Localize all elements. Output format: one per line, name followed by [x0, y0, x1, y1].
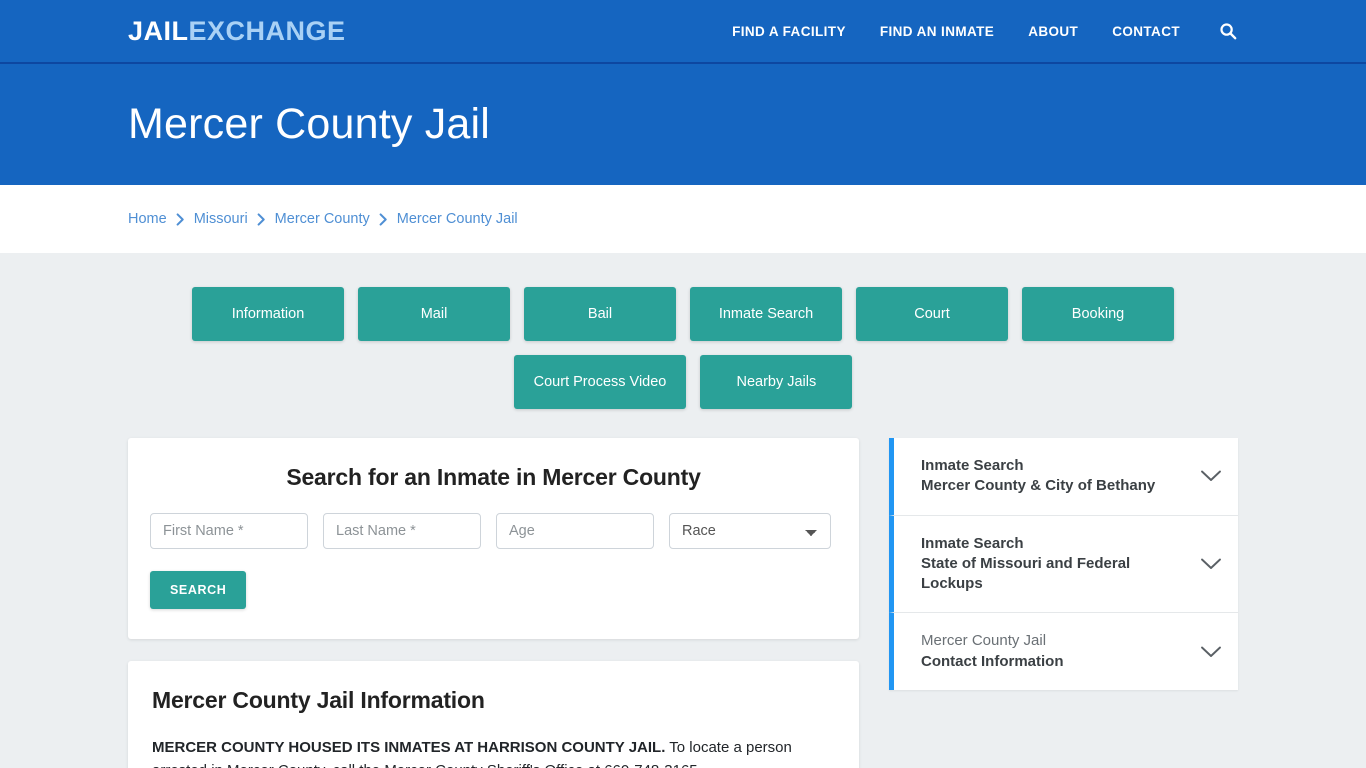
- sidebar-item-inmate-search-county[interactable]: Inmate Search Mercer County & City of Be…: [889, 438, 1238, 516]
- search-card-heading: Search for an Inmate in Mercer County: [286, 464, 701, 490]
- site-header: JAILEXCHANGE FIND A FACILITY FIND AN INM…: [0, 0, 1366, 64]
- nav-item-find-an-inmate[interactable]: FIND AN INMATE: [880, 24, 994, 39]
- search-fields-row: Race: [150, 513, 837, 549]
- page-title: Mercer County Jail: [128, 99, 491, 148]
- sidebar-item-inmate-search-state[interactable]: Inmate Search State of Missouri and Fede…: [889, 515, 1238, 614]
- accordion-title: Inmate Search: [921, 534, 1024, 552]
- tab-information[interactable]: Information: [192, 287, 344, 341]
- age-input[interactable]: [496, 513, 654, 549]
- chevron-down-icon[interactable]: [1200, 645, 1222, 659]
- chevron-right-icon: [176, 212, 185, 226]
- breadcrumb-item-mercer-county[interactable]: Mercer County: [275, 211, 370, 227]
- primary-column: Search for an Inmate in Mercer County Ra…: [128, 438, 859, 768]
- section-tab-buttons: Information Mail Bail Inmate Search Cour…: [128, 287, 1238, 409]
- jail-information-lead: MERCER COUNTY HOUSED ITS INMATES AT HARR…: [152, 739, 666, 756]
- main-content: Information Mail Bail Inmate Search Cour…: [0, 253, 1366, 768]
- breadcrumb-bar: Home Missouri Mercer County Mercer Count…: [0, 185, 1366, 253]
- jail-information-heading: Mercer County Jail Information: [152, 687, 485, 713]
- accordion-title: Mercer County Jail: [921, 632, 1047, 650]
- breadcrumb-item-current: Mercer County Jail: [396, 211, 518, 227]
- last-name-input[interactable]: [323, 513, 481, 549]
- tab-mail[interactable]: Mail: [358, 287, 510, 341]
- tab-inmate-search[interactable]: Inmate Search: [690, 287, 842, 341]
- first-name-input[interactable]: [150, 513, 308, 549]
- race-select[interactable]: Race: [669, 513, 831, 549]
- chevron-down-icon[interactable]: [1200, 557, 1222, 571]
- tab-booking[interactable]: Booking: [1022, 287, 1174, 341]
- jail-information-body: MERCER COUNTY HOUSED ITS INMATES AT HARR…: [152, 736, 835, 768]
- nav-item-contact[interactable]: CONTACT: [1112, 24, 1180, 39]
- accordion-title: Inmate Search: [921, 457, 1024, 474]
- logo-text-primary: JAIL: [128, 15, 189, 46]
- logo-text-secondary: EXCHANGE: [188, 15, 346, 46]
- content-columns: Search for an Inmate in Mercer County Ra…: [128, 438, 1238, 768]
- tab-bail[interactable]: Bail: [524, 287, 676, 341]
- search-icon[interactable]: [1218, 21, 1238, 41]
- main-navigation: FIND A FACILITY FIND AN INMATE ABOUT CON…: [732, 21, 1238, 41]
- search-submit-button[interactable]: SEARCH: [150, 571, 247, 609]
- tab-court[interactable]: Court: [856, 287, 1008, 341]
- sidebar-column: Inmate Search Mercer County & City of Be…: [889, 438, 1238, 690]
- chevron-down-icon[interactable]: [1200, 469, 1222, 483]
- accordion-subtitle: Contact Information: [921, 652, 1064, 670]
- breadcrumb: Home Missouri Mercer County Mercer Count…: [128, 211, 518, 227]
- tab-nearby-jails[interactable]: Nearby Jails: [700, 355, 853, 409]
- site-logo[interactable]: JAILEXCHANGE: [128, 15, 346, 46]
- accordion-subtitle: Mercer County & City of Bethany: [921, 477, 1156, 495]
- accordion-subtitle: State of Missouri and Federal Lockups: [921, 554, 1131, 592]
- nav-item-about[interactable]: ABOUT: [1028, 24, 1078, 39]
- inmate-search-card: Search for an Inmate in Mercer County Ra…: [128, 438, 859, 639]
- sidebar-item-contact-information[interactable]: Mercer County Jail Contact Information: [889, 613, 1238, 690]
- chevron-right-icon: [379, 212, 388, 226]
- breadcrumb-item-home[interactable]: Home: [128, 211, 167, 227]
- chevron-right-icon: [257, 212, 266, 226]
- nav-item-find-a-facility[interactable]: FIND A FACILITY: [732, 24, 846, 39]
- page-title-banner: Mercer County Jail: [0, 64, 1366, 185]
- breadcrumb-item-missouri[interactable]: Missouri: [194, 211, 248, 227]
- jail-information-card: Mercer County Jail Information MERCER CO…: [128, 661, 859, 768]
- accordion-text: Inmate Search State of Missouri and Fede…: [921, 534, 1188, 595]
- accordion-text: Inmate Search Mercer County & City of Be…: [921, 456, 1188, 497]
- accordion-text: Mercer County Jail Contact Information: [921, 631, 1188, 672]
- tab-court-process-video[interactable]: Court Process Video: [513, 355, 687, 409]
